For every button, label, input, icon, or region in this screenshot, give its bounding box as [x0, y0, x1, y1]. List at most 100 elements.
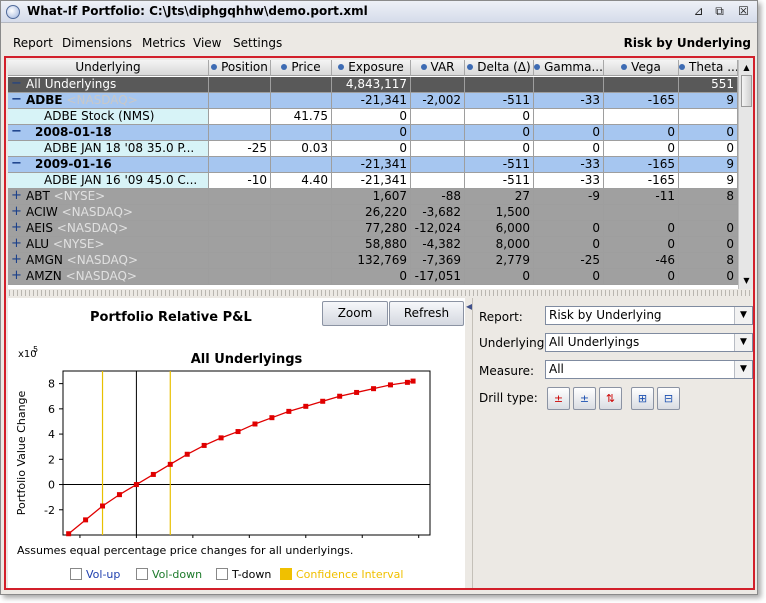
legend-item[interactable]: Vol-down	[136, 568, 202, 581]
report-select[interactable]: Risk by Underlying ▼	[545, 306, 753, 325]
position-cell	[209, 77, 271, 93]
position-cell	[209, 189, 271, 205]
column-header-label: Gamma...	[544, 60, 603, 74]
measure-select[interactable]: All ▼	[545, 360, 753, 379]
gamma-cell: -33	[534, 157, 604, 173]
panel-splitter[interactable]	[6, 290, 753, 296]
chevron-down-icon[interactable]: ▼	[734, 334, 752, 351]
column-options-icon[interactable]	[211, 64, 218, 70]
refresh-button[interactable]: Refresh	[389, 301, 464, 326]
column-options-icon[interactable]	[467, 64, 474, 70]
column-options-icon[interactable]	[679, 64, 685, 70]
menu-report[interactable]: Report	[13, 36, 53, 50]
column-header-vega[interactable]: Vega	[604, 60, 679, 76]
var-cell	[411, 77, 465, 93]
delta-cell: -511	[465, 157, 534, 173]
drill-updown-icon[interactable]: ⇅	[599, 387, 622, 410]
expand-icon[interactable]: +	[11, 221, 22, 235]
drill-collapse-icon[interactable]: ±	[547, 387, 570, 410]
table-row[interactable]: + ABT <NYSE> 1,607 -88 27 -9 -11 8	[8, 189, 738, 205]
menu-metrics[interactable]: Metrics	[142, 36, 186, 50]
column-options-icon[interactable]	[420, 64, 427, 70]
vega-cell: 0	[604, 125, 679, 141]
table-row[interactable]: + AMZN <NASDAQ> 0 -17,051 0 0 0 0	[8, 269, 738, 285]
collapse-icon[interactable]: −	[11, 77, 22, 91]
data-point	[150, 471, 156, 477]
table-row[interactable]: + AMGN <NASDAQ> 132,769 -7,369 2,779 -25 -46 8	[8, 253, 738, 269]
underlying-cell: + AMGN <NASDAQ>	[8, 253, 209, 269]
column-options-icon[interactable]	[338, 64, 345, 70]
expand-all-icon[interactable]: ⊞	[631, 387, 654, 410]
table-row[interactable]: − All Underlyings 4,843,117 551	[8, 77, 738, 93]
legend-checkbox[interactable]	[216, 568, 228, 580]
table-row[interactable]: − ADBE <NASDAQ> -21,341 -2,002 -511 -33 -165 9	[8, 93, 738, 109]
pl-panel: Portfolio Relative P&L Zoom Refresh All …	[8, 298, 465, 588]
collapse-icon[interactable]: −	[11, 157, 22, 171]
delta-cell: 2,779	[465, 253, 534, 269]
scroll-thumb[interactable]	[741, 75, 752, 107]
column-header-label: Delta (Δ)	[477, 60, 531, 74]
table-row[interactable]: + ACIW <NASDAQ> 26,220 -3,682 1,500	[8, 205, 738, 221]
legend-checkbox[interactable]	[280, 568, 292, 580]
column-options-icon[interactable]	[621, 64, 628, 70]
expand-icon[interactable]: +	[11, 237, 22, 251]
legend-label: Confidence Interval	[296, 568, 404, 581]
table-row[interactable]: ADBE JAN 16 '09 45.0 C... -10 4.40 -21,341 -…	[8, 173, 738, 189]
column-header-var[interactable]: VAR	[411, 60, 465, 76]
menu-dimensions[interactable]: Dimensions	[62, 36, 132, 50]
price-cell	[271, 221, 332, 237]
var-cell: -4,382	[411, 237, 465, 253]
underlying-cell: + AEIS <NASDAQ>	[8, 221, 209, 237]
position-cell	[209, 269, 271, 285]
menu-settings[interactable]: Settings	[233, 36, 282, 50]
underlying-cell: + ACIW <NASDAQ>	[8, 205, 209, 221]
close-icon[interactable]: ☒	[736, 4, 751, 19]
scroll-down-icon[interactable]: ▼	[740, 274, 753, 287]
legend-checkbox[interactable]	[70, 568, 82, 580]
column-header-price[interactable]: Price	[271, 60, 332, 76]
column-header-delta[interactable]: Delta (Δ)	[465, 60, 534, 76]
table-row[interactable]: −2008-01-18 0 0 0 0 0	[8, 125, 738, 141]
zoom-button[interactable]: Zoom	[322, 301, 388, 326]
collapse-icon[interactable]: −	[11, 93, 22, 107]
table-row[interactable]: ADBE Stock (NMS) 41.75 0 0	[8, 109, 738, 125]
table-row[interactable]: + AEIS <NASDAQ> 77,280 -12,024 6,000 0 0 0	[8, 221, 738, 237]
drill-expand-icon[interactable]: ±	[573, 387, 596, 410]
scroll-up-icon[interactable]: ▲	[740, 61, 753, 74]
theta-cell: 0	[679, 269, 738, 285]
column-options-icon[interactable]	[534, 64, 541, 70]
chevron-down-icon[interactable]: ▼	[734, 307, 752, 324]
legend-item[interactable]: Confidence Interval	[280, 568, 403, 581]
delta-cell	[465, 77, 534, 93]
table-row[interactable]: ADBE JAN 18 '08 35.0 P... -25 0.03 0 0 0 0 0	[8, 141, 738, 157]
position-cell	[209, 205, 271, 221]
column-options-icon[interactable]	[281, 64, 288, 70]
menu-view[interactable]: View	[193, 36, 221, 50]
theta-cell: 8	[679, 189, 738, 205]
column-header-gamma[interactable]: Gamma...	[534, 60, 604, 76]
collapse-all-icon[interactable]: ⊟	[657, 387, 680, 410]
column-header-theta[interactable]: Theta ...	[679, 60, 738, 76]
underlying-select[interactable]: All Underlyings ▼	[545, 333, 753, 352]
detach-icon[interactable]: ⧉	[712, 4, 727, 19]
column-header-underlying[interactable]: Underlying	[8, 60, 209, 76]
expand-icon[interactable]: +	[11, 269, 22, 283]
column-header-label: Price	[291, 60, 321, 74]
collapse-icon[interactable]: −	[11, 125, 22, 139]
data-point	[354, 389, 360, 395]
table-scrollbar[interactable]: ▲ ▼	[738, 60, 753, 289]
legend-checkbox[interactable]	[136, 568, 148, 580]
column-header-exposure[interactable]: Exposure	[332, 60, 411, 76]
legend-item[interactable]: T-down	[216, 568, 271, 581]
expand-icon[interactable]: +	[11, 253, 22, 267]
minimize-icon[interactable]: ⊿	[691, 4, 706, 19]
legend-item[interactable]: Vol-up	[70, 568, 120, 581]
expand-icon[interactable]: +	[11, 205, 22, 219]
expand-icon[interactable]: +	[11, 189, 22, 203]
column-header-position[interactable]: Position	[209, 60, 271, 76]
table-row[interactable]: −2009-01-16 -21,341 -511 -33 -165 9	[8, 157, 738, 173]
chevron-down-icon[interactable]: ▼	[734, 361, 752, 378]
table-row[interactable]: + ALU <NYSE> 58,880 -4,382 8,000 0 0 0	[8, 237, 738, 253]
title-bar: What-If Portfolio: C:\Jts\diphgqhhw\demo…	[1, 1, 757, 23]
theta-cell: 0	[679, 221, 738, 237]
